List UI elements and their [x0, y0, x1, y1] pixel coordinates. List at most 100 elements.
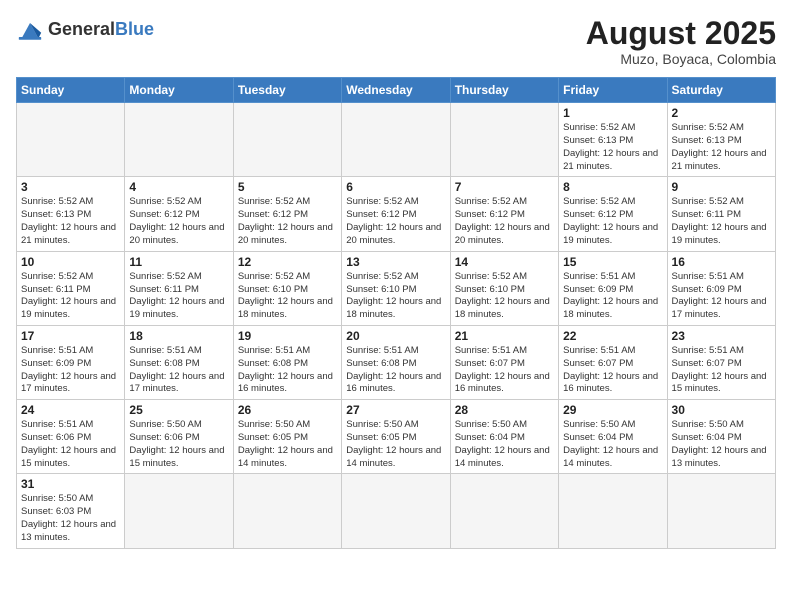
col-header-sunday: Sunday: [17, 78, 125, 103]
day-number: 19: [238, 329, 337, 343]
logo-text: GeneralBlue: [48, 20, 154, 40]
week-row-5: 31Sunrise: 5:50 AM Sunset: 6:03 PM Dayli…: [17, 474, 776, 548]
page: GeneralBlue August 2025 Muzo, Boyaca, Co…: [0, 0, 792, 612]
day-info: Sunrise: 5:52 AM Sunset: 6:12 PM Dayligh…: [129, 196, 228, 247]
day-number: 21: [455, 329, 554, 343]
day-info: Sunrise: 5:51 AM Sunset: 6:07 PM Dayligh…: [672, 345, 771, 396]
day-info: Sunrise: 5:51 AM Sunset: 6:07 PM Dayligh…: [455, 345, 554, 396]
week-row-3: 17 Sunrise: 5:51 AM Sunset: 6:09 PM Dayli…: [17, 325, 776, 399]
day-info: Sunrise: 5:52 AM Sunset: 6:12 PM Dayligh…: [238, 196, 337, 247]
week-row-0: 1Sunrise: 5:52 AM Sunset: 6:13 PM Daylig…: [17, 103, 776, 177]
day-info: Sunrise: 5:50 AM Sunset: 6:04 PM Dayligh…: [563, 419, 662, 470]
logo-general: General: [48, 19, 115, 39]
day-number: 13: [346, 255, 445, 269]
calendar: SundayMondayTuesdayWednesdayThursdayFrid…: [16, 77, 776, 549]
day-number: 7: [455, 180, 554, 194]
day-info: Sunrise: 5:52 AM Sunset: 6:11 PM Dayligh…: [21, 271, 120, 322]
calendar-cell: 5Sunrise: 5:52 AM Sunset: 6:12 PM Daylig…: [233, 177, 341, 251]
week-row-1: 3 Sunrise: 5:52 AM Sunset: 6:13 PM Daylig…: [17, 177, 776, 251]
day-info: Sunrise: 5:52 AM Sunset: 6:12 PM Dayligh…: [346, 196, 445, 247]
day-number: 18: [129, 329, 228, 343]
day-number: 2: [672, 106, 771, 120]
day-number: 9: [672, 180, 771, 194]
col-header-tuesday: Tuesday: [233, 78, 341, 103]
day-info: Sunrise: 5:51 AM Sunset: 6:09 PM Dayligh…: [672, 271, 771, 322]
calendar-cell: [342, 474, 450, 548]
day-number: 17: [21, 329, 120, 343]
calendar-cell: [233, 474, 341, 548]
day-info: Sunrise: 5:52 AM Sunset: 6:11 PM Dayligh…: [672, 196, 771, 247]
calendar-cell: 1Sunrise: 5:52 AM Sunset: 6:13 PM Daylig…: [559, 103, 667, 177]
calendar-header-row: SundayMondayTuesdayWednesdayThursdayFrid…: [17, 78, 776, 103]
day-info: Sunrise: 5:52 AM Sunset: 6:13 PM Dayligh…: [21, 196, 120, 247]
day-info: Sunrise: 5:52 AM Sunset: 6:10 PM Dayligh…: [455, 271, 554, 322]
day-info: Sunrise: 5:51 AM Sunset: 6:08 PM Dayligh…: [346, 345, 445, 396]
location: Muzo, Boyaca, Colombia: [586, 51, 776, 67]
calendar-cell: 26Sunrise: 5:50 AM Sunset: 6:05 PM Dayli…: [233, 400, 341, 474]
day-info: Sunrise: 5:51 AM Sunset: 6:08 PM Dayligh…: [129, 345, 228, 396]
calendar-cell: 23 Sunrise: 5:51 AM Sunset: 6:07 PM Dayli…: [667, 325, 775, 399]
logo-blue: Blue: [115, 19, 154, 39]
calendar-cell: [342, 103, 450, 177]
col-header-thursday: Thursday: [450, 78, 558, 103]
calendar-cell: [125, 474, 233, 548]
day-info: Sunrise: 5:52 AM Sunset: 6:12 PM Dayligh…: [455, 196, 554, 247]
col-header-saturday: Saturday: [667, 78, 775, 103]
calendar-cell: 6 Sunrise: 5:52 AM Sunset: 6:12 PM Daylig…: [342, 177, 450, 251]
day-number: 12: [238, 255, 337, 269]
col-header-monday: Monday: [125, 78, 233, 103]
day-number: 25: [129, 403, 228, 417]
col-header-friday: Friday: [559, 78, 667, 103]
logo: GeneralBlue: [16, 16, 154, 44]
day-info: Sunrise: 5:51 AM Sunset: 6:06 PM Dayligh…: [21, 419, 120, 470]
day-info: Sunrise: 5:51 AM Sunset: 6:07 PM Dayligh…: [563, 345, 662, 396]
calendar-cell: 4 Sunrise: 5:52 AM Sunset: 6:12 PM Daylig…: [125, 177, 233, 251]
calendar-cell: [233, 103, 341, 177]
day-info: Sunrise: 5:52 AM Sunset: 6:13 PM Dayligh…: [563, 122, 662, 173]
calendar-cell: 30Sunrise: 5:50 AM Sunset: 6:04 PM Dayli…: [667, 400, 775, 474]
calendar-cell: 28Sunrise: 5:50 AM Sunset: 6:04 PM Dayli…: [450, 400, 558, 474]
day-info: Sunrise: 5:51 AM Sunset: 6:09 PM Dayligh…: [21, 345, 120, 396]
day-number: 3: [21, 180, 120, 194]
calendar-cell: 13 Sunrise: 5:52 AM Sunset: 6:10 PM Dayli…: [342, 251, 450, 325]
day-info: Sunrise: 5:50 AM Sunset: 6:05 PM Dayligh…: [238, 419, 337, 470]
day-number: 16: [672, 255, 771, 269]
day-number: 31: [21, 477, 120, 491]
calendar-cell: 2 Sunrise: 5:52 AM Sunset: 6:13 PM Daylig…: [667, 103, 775, 177]
calendar-cell: 19 Sunrise: 5:51 AM Sunset: 6:08 PM Dayli…: [233, 325, 341, 399]
day-info: Sunrise: 5:52 AM Sunset: 6:10 PM Dayligh…: [238, 271, 337, 322]
calendar-cell: [559, 474, 667, 548]
calendar-cell: 8Sunrise: 5:52 AM Sunset: 6:12 PM Daylig…: [559, 177, 667, 251]
calendar-cell: 27 Sunrise: 5:50 AM Sunset: 6:05 PM Dayli…: [342, 400, 450, 474]
month-title: August 2025: [586, 16, 776, 51]
day-info: Sunrise: 5:50 AM Sunset: 6:04 PM Dayligh…: [672, 419, 771, 470]
day-number: 11: [129, 255, 228, 269]
day-number: 4: [129, 180, 228, 194]
week-row-2: 10Sunrise: 5:52 AM Sunset: 6:11 PM Dayli…: [17, 251, 776, 325]
calendar-cell: 14 Sunrise: 5:52 AM Sunset: 6:10 PM Dayli…: [450, 251, 558, 325]
calendar-cell: 21 Sunrise: 5:51 AM Sunset: 6:07 PM Dayli…: [450, 325, 558, 399]
calendar-cell: [450, 103, 558, 177]
day-info: Sunrise: 5:51 AM Sunset: 6:08 PM Dayligh…: [238, 345, 337, 396]
day-number: 6: [346, 180, 445, 194]
calendar-cell: 22Sunrise: 5:51 AM Sunset: 6:07 PM Dayli…: [559, 325, 667, 399]
calendar-cell: 31Sunrise: 5:50 AM Sunset: 6:03 PM Dayli…: [17, 474, 125, 548]
day-info: Sunrise: 5:50 AM Sunset: 6:05 PM Dayligh…: [346, 419, 445, 470]
day-number: 15: [563, 255, 662, 269]
calendar-cell: 17 Sunrise: 5:51 AM Sunset: 6:09 PM Dayli…: [17, 325, 125, 399]
day-info: Sunrise: 5:52 AM Sunset: 6:13 PM Dayligh…: [672, 122, 771, 173]
calendar-cell: 24Sunrise: 5:51 AM Sunset: 6:06 PM Dayli…: [17, 400, 125, 474]
col-header-wednesday: Wednesday: [342, 78, 450, 103]
day-number: 14: [455, 255, 554, 269]
calendar-cell: [667, 474, 775, 548]
day-number: 23: [672, 329, 771, 343]
day-number: 27: [346, 403, 445, 417]
calendar-cell: 20Sunrise: 5:51 AM Sunset: 6:08 PM Dayli…: [342, 325, 450, 399]
day-info: Sunrise: 5:51 AM Sunset: 6:09 PM Dayligh…: [563, 271, 662, 322]
day-info: Sunrise: 5:52 AM Sunset: 6:10 PM Dayligh…: [346, 271, 445, 322]
calendar-cell: 10Sunrise: 5:52 AM Sunset: 6:11 PM Dayli…: [17, 251, 125, 325]
day-info: Sunrise: 5:50 AM Sunset: 6:04 PM Dayligh…: [455, 419, 554, 470]
calendar-cell: 29Sunrise: 5:50 AM Sunset: 6:04 PM Dayli…: [559, 400, 667, 474]
day-info: Sunrise: 5:52 AM Sunset: 6:12 PM Dayligh…: [563, 196, 662, 247]
day-info: Sunrise: 5:50 AM Sunset: 6:06 PM Dayligh…: [129, 419, 228, 470]
